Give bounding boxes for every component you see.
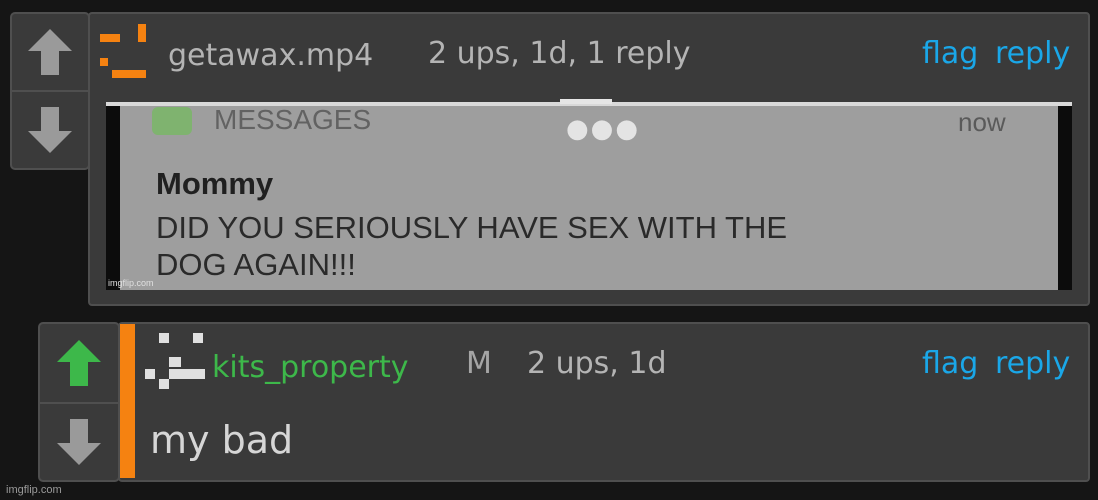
arrow-down-icon (28, 107, 72, 153)
reply-link[interactable]: reply (995, 36, 1070, 71)
attachment-notch (560, 99, 612, 104)
arrow-up-icon (57, 340, 101, 386)
flag-link[interactable]: flag (922, 346, 978, 381)
vote-column (10, 12, 90, 170)
reply-link[interactable]: reply (995, 346, 1070, 381)
messages-app-icon (152, 107, 192, 135)
flag-link[interactable]: flag (922, 36, 978, 71)
notification-sender: Mommy (156, 166, 274, 201)
comment-meta: 2 ups, 1d, 1 reply (428, 36, 691, 71)
user-avatar-icon[interactable] (145, 333, 205, 391)
more-dots-icon: ●●● (566, 114, 641, 144)
notification-time: now (958, 107, 1006, 137)
upvote-button[interactable] (40, 324, 118, 402)
vote-column (38, 322, 120, 482)
notification-message-line-1: DID YOU SERIOUSLY HAVE SEX WITH THE (156, 210, 788, 245)
comment-meta: 2 ups, 1d (527, 346, 667, 381)
username[interactable]: kits_property (212, 350, 409, 385)
notification-message-line-2: DOG AGAIN!!! (156, 247, 356, 282)
downvote-button[interactable] (40, 404, 118, 480)
user-avatar-icon[interactable] (100, 24, 148, 80)
notification-app-name: MESSAGES (214, 104, 372, 135)
attachment-watermark: imgflip.com (108, 278, 154, 288)
attachment-right-edge (1058, 106, 1072, 290)
username[interactable]: getawax.mp4 (168, 38, 373, 73)
page-watermark: imgflip.com (6, 484, 62, 496)
mod-badge: M (466, 346, 492, 381)
new-reply-indicator (120, 324, 135, 478)
arrow-down-icon (57, 419, 101, 465)
arrow-up-icon (28, 29, 72, 75)
downvote-button[interactable] (12, 92, 88, 168)
attachment-left-edge (106, 106, 120, 290)
upvote-button[interactable] (12, 14, 88, 90)
comment-body: my bad (150, 418, 294, 462)
